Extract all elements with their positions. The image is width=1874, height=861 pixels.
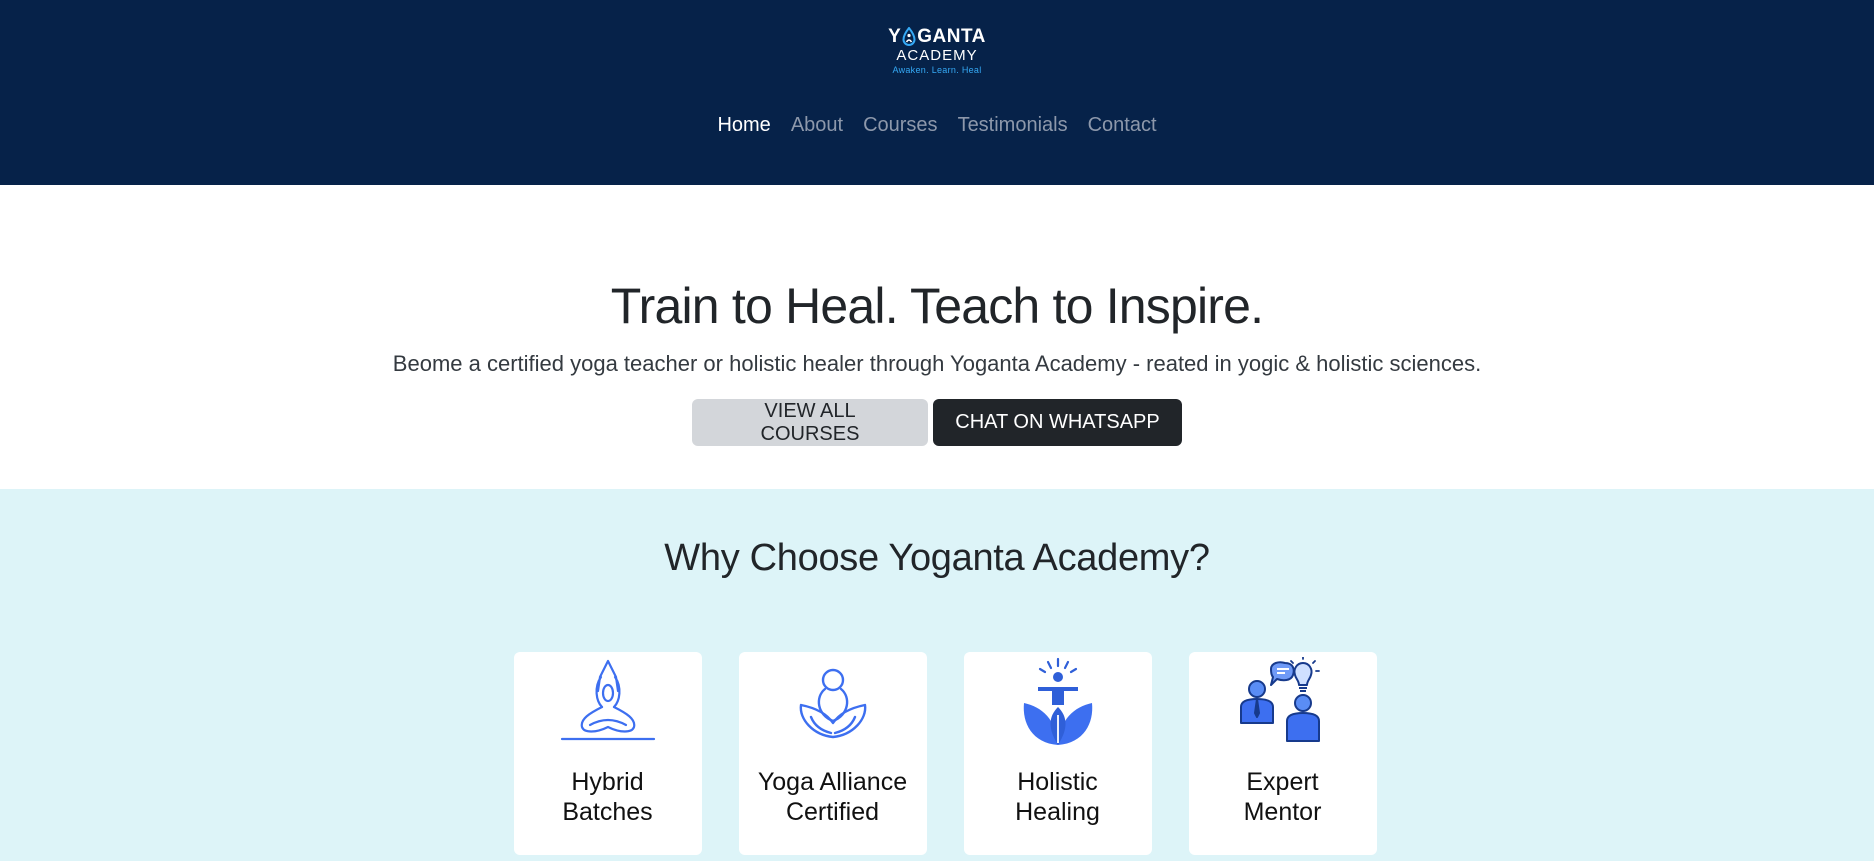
- lotus-meditation-icon: [799, 668, 866, 739]
- view-all-courses-button[interactable]: VIEW ALL COURSES: [692, 399, 928, 446]
- brand-tagline: Awaken. Learn. Heal: [892, 65, 982, 75]
- feature-card-line2: Healing: [1015, 798, 1100, 826]
- feature-card-label: Hybrid Batches: [562, 767, 652, 827]
- brand-logo[interactable]: Y GANTA ACADEMY Awaken. Learn. Heal: [888, 26, 986, 76]
- brand-subname: ACADEMY: [896, 47, 978, 64]
- main-nav: Home About Courses Testimonials Contact: [717, 114, 1156, 137]
- person-on-leaves-icon: [1023, 657, 1092, 745]
- feature-card-line1: Holistic: [1017, 768, 1098, 796]
- why-choose-title: Why Choose Yoganta Academy?: [664, 537, 1210, 579]
- brand-logo-wordmark: Y GANTA: [888, 26, 986, 48]
- hero-title: Train to Heal. Teach to Inspire.: [610, 278, 1264, 334]
- feature-card-expert-mentor: Expert Mentor: [1188, 652, 1377, 855]
- feature-card-label: Yoga Alliance Certified: [758, 767, 907, 827]
- nav-home[interactable]: Home: [717, 114, 770, 137]
- feature-card-holistic-healing: Holistic Healing: [963, 652, 1152, 855]
- feature-card-line2: Certified: [785, 798, 880, 826]
- nav-about[interactable]: About: [791, 114, 843, 137]
- hero-subtitle: Beome a certified yoga teacher or holist…: [392, 351, 1482, 376]
- brand-name-rest: GANTA: [917, 26, 986, 47]
- yogi-drop-icon: [902, 26, 916, 47]
- feature-card-hybrid-batches: Hybrid Batches: [513, 652, 702, 855]
- mentor-discussion-icon: [1239, 657, 1320, 742]
- brand-name-y: Y: [888, 26, 902, 47]
- feature-cards: Hybrid Batches Yoga Alliance Certified H…: [0, 652, 1874, 855]
- nav-contact[interactable]: Contact: [1088, 114, 1157, 137]
- feature-card-line1: Expert: [1246, 768, 1319, 796]
- feature-card-line2: Mentor: [1243, 798, 1322, 826]
- feature-card-yoga-alliance: Yoga Alliance Certified: [738, 652, 927, 855]
- feature-card-line1: Hybrid: [571, 768, 644, 796]
- feature-card-label: Holistic Healing: [1015, 767, 1100, 827]
- nav-courses[interactable]: Courses: [863, 114, 937, 137]
- hero-section: Train to Heal. Teach to Inspire. Beome a…: [0, 185, 1874, 489]
- feature-card-label: Expert Mentor: [1244, 767, 1322, 827]
- chat-on-whatsapp-button[interactable]: CHAT ON WHATSAPP: [933, 399, 1182, 446]
- site-header: Y GANTA ACADEMY Awaken. Learn. Heal Home…: [0, 0, 1874, 185]
- nav-testimonials[interactable]: Testimonials: [958, 114, 1068, 137]
- why-choose-section: Why Choose Yoganta Academy? Hybrid Batch…: [0, 489, 1874, 861]
- feature-card-line1: Yoga Alliance: [757, 768, 908, 796]
- meditating-person-icon: [560, 659, 655, 741]
- feature-card-line2: Batches: [562, 798, 653, 826]
- hero-buttons: VIEW ALL COURSES CHAT ON WHATSAPP: [0, 399, 1874, 446]
